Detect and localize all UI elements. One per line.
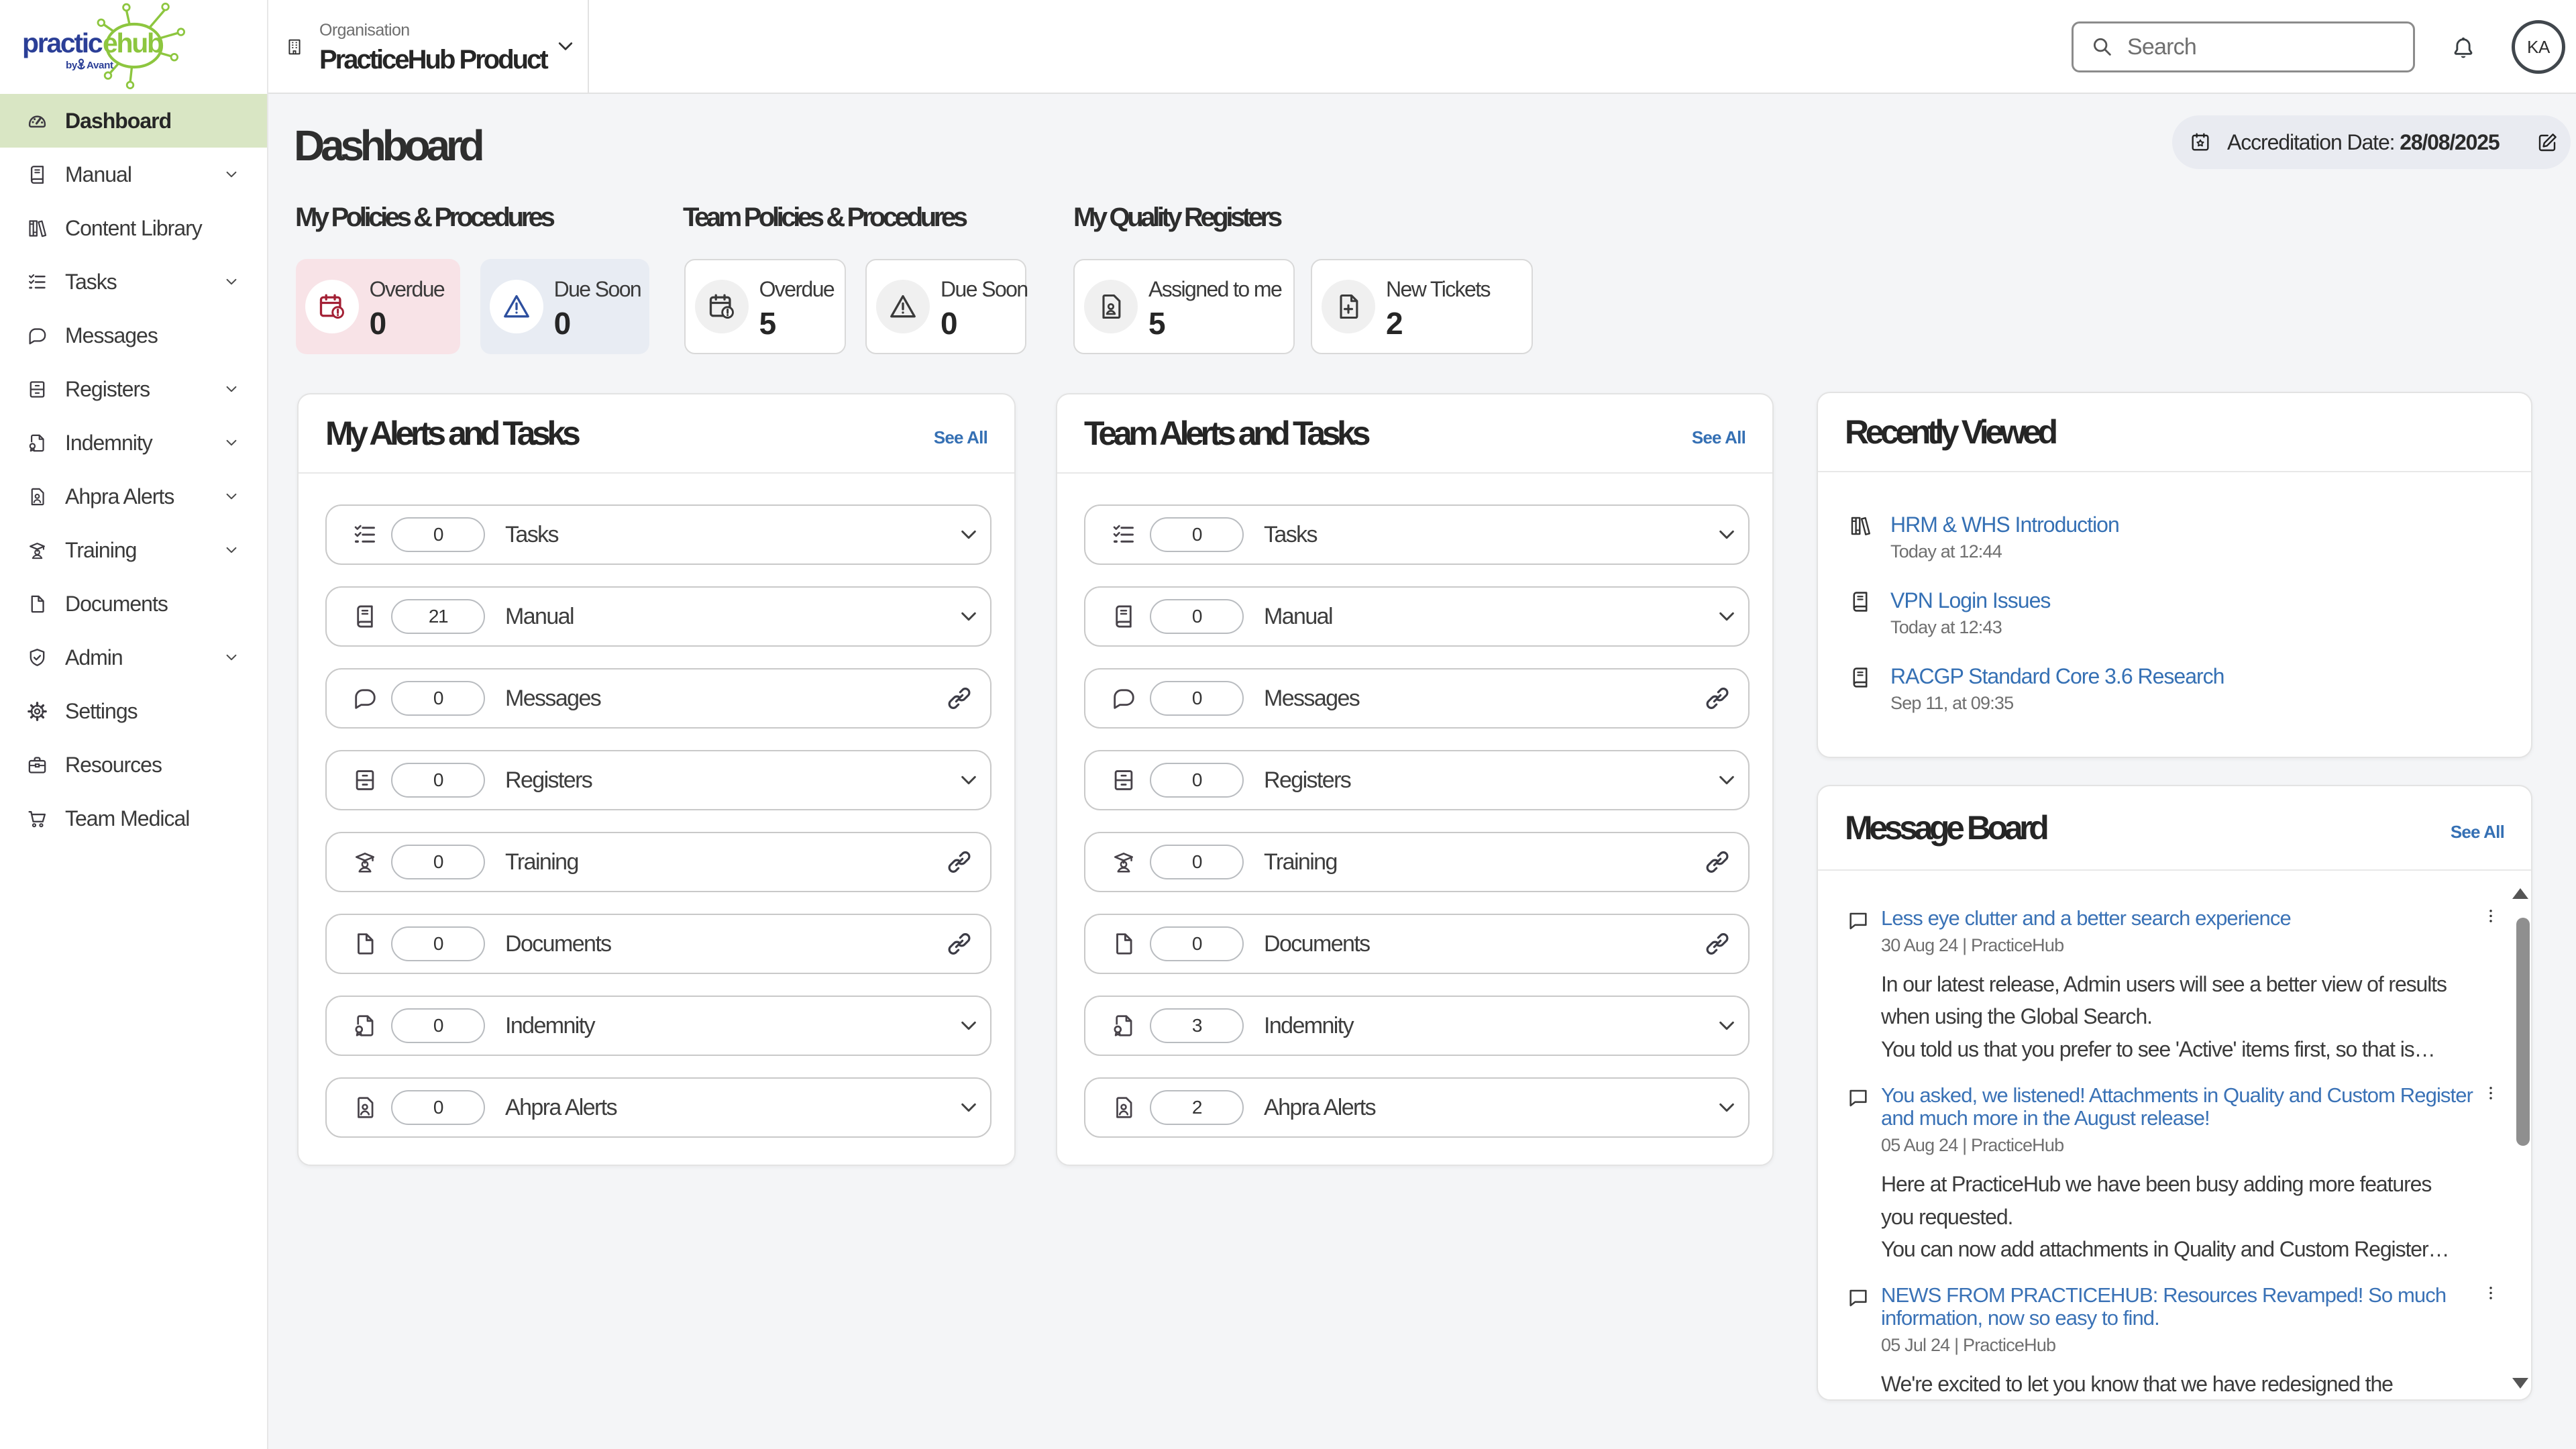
svg-text:practic: practic	[22, 28, 103, 58]
svg-text:by: by	[66, 60, 78, 71]
svg-text:Avant: Avant	[87, 60, 113, 71]
svg-text:ehub: ehub	[103, 28, 163, 58]
